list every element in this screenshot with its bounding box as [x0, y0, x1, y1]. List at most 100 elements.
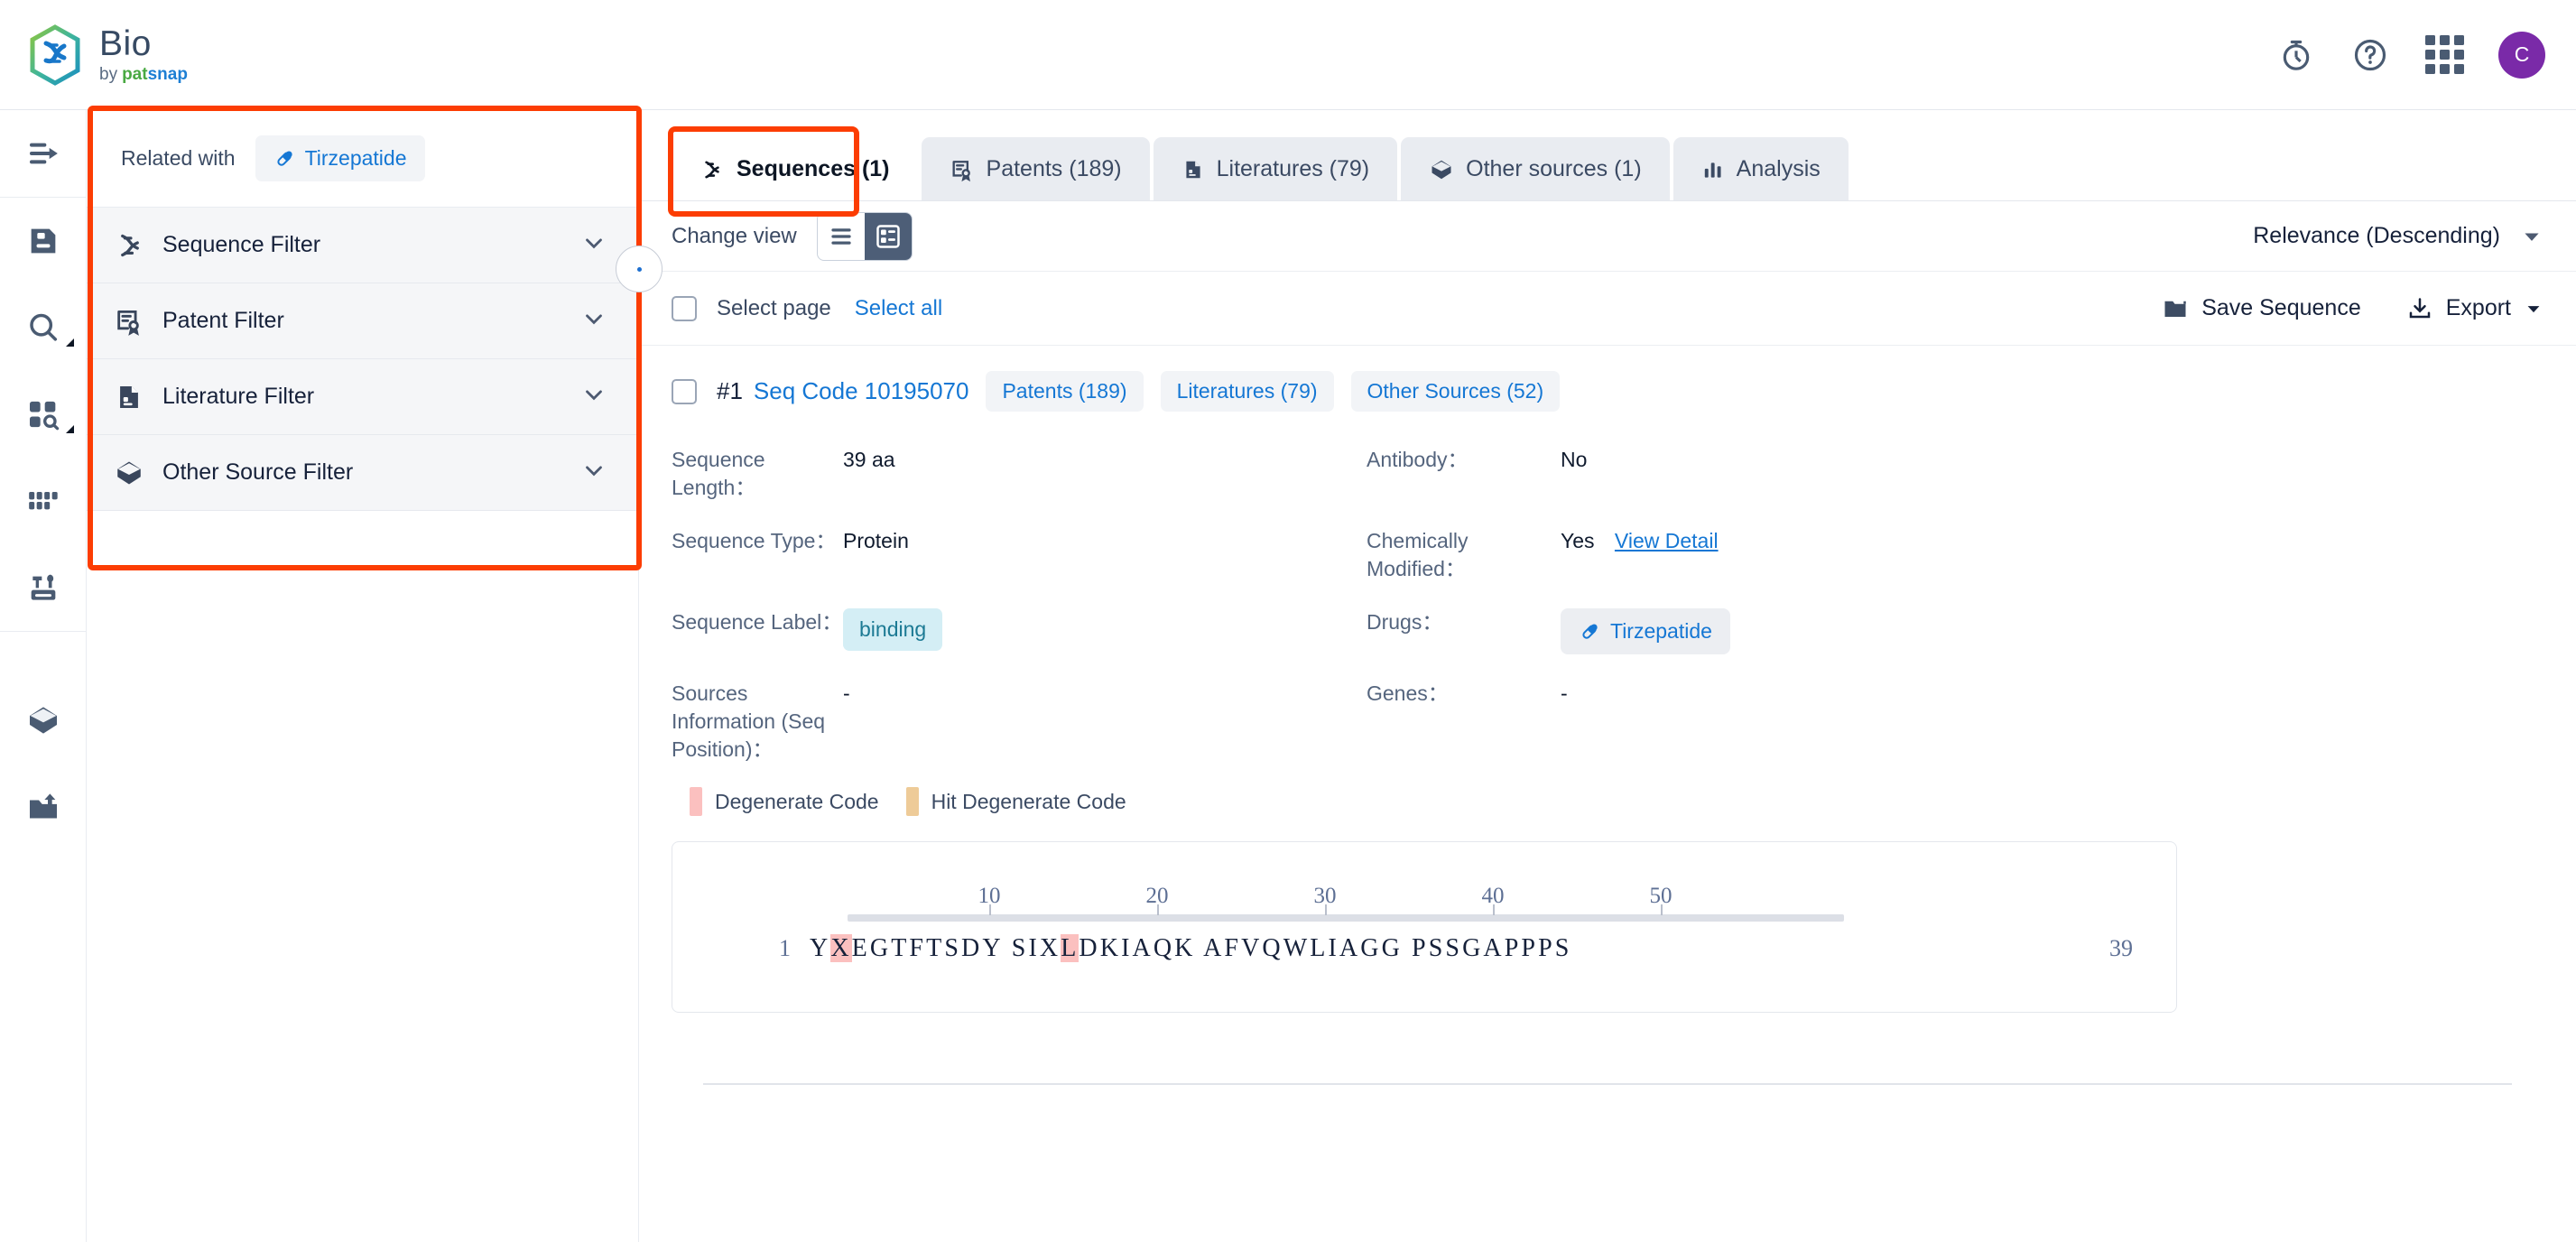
magnifier-icon [29, 313, 57, 341]
app-header: Bio by pat snap C [0, 0, 2576, 110]
sidebar-item-upload[interactable] [0, 764, 87, 850]
selection-bar-actions: Save Sequence Export [2162, 295, 2544, 322]
sidebar-item-structure-search[interactable] [0, 371, 87, 458]
card-view-icon[interactable] [864, 212, 912, 260]
list-view-icon[interactable] [818, 213, 865, 260]
field-value-sequence-length: 39 aa [843, 448, 895, 471]
sequence-ruler-numbers: 10 20 30 40 50 [848, 884, 1844, 914]
left-rail [0, 110, 87, 1242]
select-page-checkbox[interactable] [672, 295, 697, 321]
filter-row-literature[interactable]: Literature Filter [87, 359, 638, 435]
apps-grid-icon[interactable] [2424, 35, 2464, 75]
select-all-link[interactable]: Select all [855, 296, 942, 321]
field-label-antibody: Antibody： [1367, 448, 1469, 471]
tab-other-sources[interactable]: Other sources (1) [1401, 137, 1670, 200]
tab-analysis[interactable]: Analysis [1673, 137, 1849, 200]
view-toolbar: Change view Relevance (Descending) [640, 201, 2576, 272]
field-label-sequence-label: Sequence Label： [672, 610, 843, 635]
result-row-checkbox[interactable] [672, 378, 697, 404]
chevron-down-icon [2525, 233, 2539, 241]
collapse-handle-dots [636, 266, 642, 272]
result-card-header: #1 Seq Code 10195070 Patents (189) Liter… [672, 371, 2544, 412]
tabs-list: Sequences (1) Patents (189) Literatures … [672, 137, 2576, 200]
tabs-bar: Sequences (1) Patents (189) Literatures … [640, 110, 2576, 217]
header-actions: C [2276, 31, 2545, 79]
sidebar-item-library[interactable] [0, 677, 87, 764]
cube-icon [114, 458, 153, 488]
filter-row-patent[interactable]: Patent Filter [87, 283, 638, 359]
field-label-chemically-modified: Chemically Modified： [1367, 529, 1469, 581]
stopwatch-icon[interactable] [2276, 35, 2316, 75]
field-value-sequence-label: binding [843, 596, 1367, 667]
sidebar-item-search[interactable] [0, 284, 87, 371]
select-page-label: Select page [717, 295, 831, 320]
selection-bar: Select page Select all Save Sequence Exp… [640, 272, 2576, 346]
tab-literatures[interactable]: Literatures (79) [1153, 137, 1398, 200]
app-root: Bio by pat snap C Related with Tirzepati… [0, 0, 2576, 1242]
filter-row-sequence[interactable]: Sequence Filter [87, 208, 638, 283]
menu-arrow-icon [29, 143, 58, 164]
filter-row-other-source[interactable]: Other Source Filter [87, 435, 638, 511]
legend-item-degenerate: Degenerate Code [690, 787, 879, 817]
related-with-row: Related with Tirzepatide [87, 110, 638, 207]
patent-icon [114, 306, 153, 337]
sequence-legend: Degenerate Code Hit Degenerate Code [690, 787, 2544, 817]
sidebar-item-collapse-expand[interactable] [0, 110, 87, 197]
tab-patents[interactable]: Patents (189) [921, 137, 1150, 200]
pill-icon [1582, 624, 1598, 639]
blocks-search-icon [29, 401, 59, 431]
ruler-mark-10 [989, 904, 991, 916]
filter-label-literature: Literature Filter [162, 384, 315, 409]
pill-icon [276, 150, 292, 166]
field-value-sources-information: - [843, 681, 850, 706]
related-drug-chip[interactable]: Tirzepatide [255, 135, 425, 181]
save-sequence-label: Save Sequence [2201, 295, 2361, 320]
filter-panel: Related with Tirzepatide Sequence Filter… [87, 110, 639, 1242]
brand-logo-block[interactable]: Bio by pat snap [27, 23, 188, 86]
field-label-sources-information: Sources Information (Seq Position)： [672, 681, 826, 762]
main-content: Sequences (1) Patents (189) Literatures … [640, 110, 2576, 1242]
status-badge-binding: binding [843, 608, 943, 652]
save-sequence-button[interactable]: Save Sequence [2162, 295, 2361, 322]
view-toggle-group[interactable] [816, 211, 913, 261]
related-with-label: Related with [121, 146, 236, 170]
result-seq-code-link[interactable]: Seq Code 10195070 [754, 377, 969, 405]
bar-chart-icon [1701, 158, 1725, 181]
filter-label-patent: Patent Filter [162, 308, 284, 333]
cube-icon [1429, 157, 1454, 182]
save-document-icon [31, 228, 55, 254]
field-label-sequence-type: Sequence Type： [672, 529, 837, 553]
result-pill-literatures[interactable]: Literatures (79) [1160, 371, 1334, 412]
sidebar-item-saved-documents[interactable] [0, 198, 87, 284]
ruler-mark-20 [1157, 904, 1159, 916]
tab-sequences[interactable]: Sequences (1) [672, 137, 918, 200]
folder-icon [2164, 301, 2186, 317]
bio-hexagon-logo-icon [30, 23, 80, 86]
sequence-viewer: 10 20 30 40 50 1 YXEGTFTSDY SIXLDKIAQK A… [672, 841, 2177, 1014]
sequence-residues: YXEGTFTSDY SIXLDKIAQK AFVQWLIAGG PSSGAPP… [810, 934, 1572, 963]
view-detail-link[interactable]: View Detail [1615, 529, 1719, 552]
apps-grid-glyph [2424, 35, 2464, 74]
filter-label-sequence: Sequence Filter [162, 232, 321, 257]
search-caret-icon [65, 338, 74, 347]
result-pill-patents[interactable]: Patents (189) [986, 371, 1144, 412]
sidebar-item-tools[interactable] [0, 544, 87, 631]
sidebar-item-batch-grid[interactable] [0, 458, 87, 544]
drug-chip-tirzepatide[interactable]: Tirzepatide [1561, 608, 1730, 655]
filter-accordion-list: Sequence Filter Patent Filter Literature… [87, 207, 638, 511]
result-pill-other-sources[interactable]: Other Sources (52) [1350, 371, 1561, 412]
field-value-sequence-type: Protein [843, 529, 909, 553]
field-value-drugs: Tirzepatide [1561, 596, 2544, 667]
upload-tray-icon [29, 793, 57, 819]
avatar[interactable]: C [2498, 31, 2545, 79]
brand-by-label: by [99, 65, 118, 84]
result-card: #1 Seq Code 10195070 Patents (189) Liter… [640, 346, 2576, 1086]
panel-collapse-handle[interactable] [616, 246, 663, 292]
export-button[interactable]: Export [2406, 295, 2544, 322]
dna-icon [114, 229, 153, 262]
help-icon[interactable] [2350, 35, 2390, 75]
sort-dropdown[interactable]: Relevance (Descending) [2253, 223, 2544, 249]
literature-icon [114, 382, 153, 412]
chevron-down-icon [2527, 305, 2540, 312]
field-label-genes: Genes： [1367, 681, 1449, 706]
